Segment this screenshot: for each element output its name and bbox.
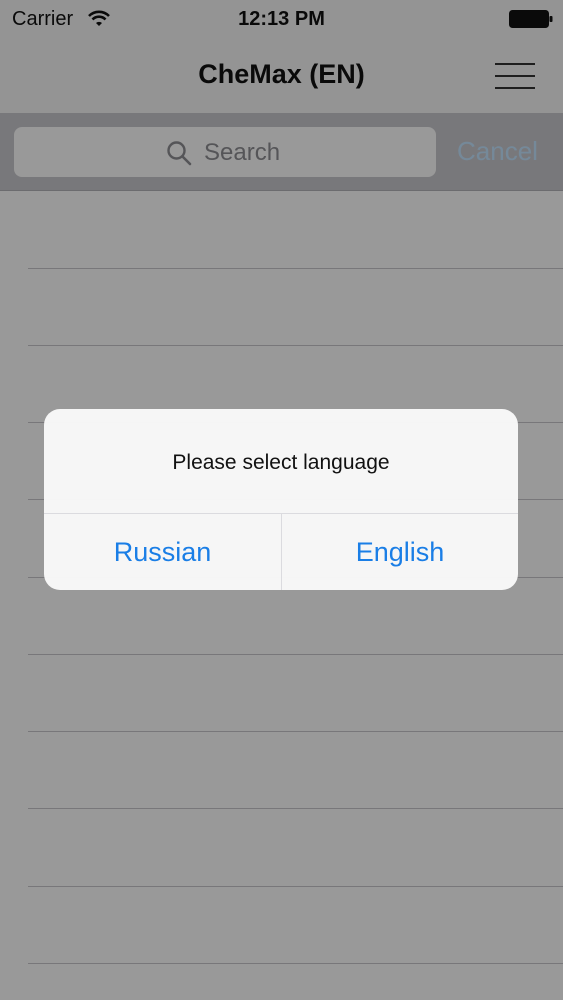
russian-button[interactable]: Russian xyxy=(44,514,281,590)
english-button[interactable]: English xyxy=(282,514,518,590)
alert-message: Please select language xyxy=(172,451,390,474)
language-alert: Please select language Russian English xyxy=(44,409,518,590)
